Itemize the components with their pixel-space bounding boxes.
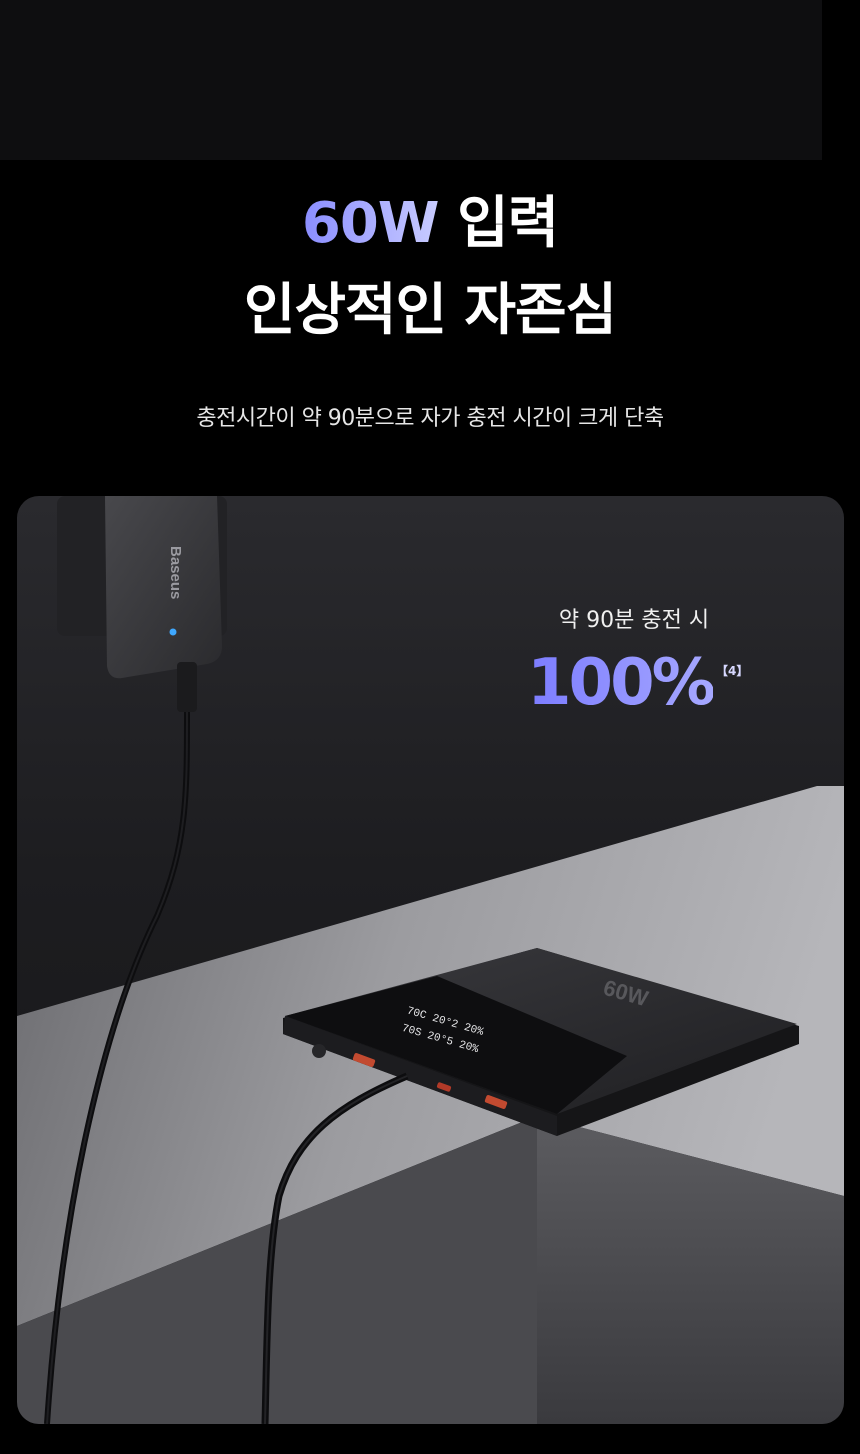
top-dark-band — [0, 0, 822, 160]
stat-value: 100% — [527, 646, 716, 720]
wall-charger: Baseus — [57, 496, 227, 712]
footnote-marker: 【4】 — [716, 664, 749, 678]
subtitle: 충전시간이 약 90분으로 자가 충전 시간이 크게 단축 — [196, 406, 664, 431]
headline: 60W 입력 인상적인 자존심 — [0, 180, 860, 354]
headline-line-2: 인상적인 자존심 — [243, 278, 617, 343]
product-illustration: Baseus 70C 20°2 20% 70S 20°5 20% 60W — [17, 496, 844, 1424]
stat-label: 약 90분 충전 시 — [558, 608, 710, 633]
headline-line1-text: 입력 — [438, 191, 559, 256]
hero-image: Baseus 70C 20°2 20% 70S 20°5 20% 60W 약 9… — [17, 496, 844, 1424]
headline-accent: 60W — [301, 191, 440, 256]
charger-brand: Baseus — [167, 546, 184, 599]
headline-line-1: 60W 입력 — [0, 180, 860, 268]
